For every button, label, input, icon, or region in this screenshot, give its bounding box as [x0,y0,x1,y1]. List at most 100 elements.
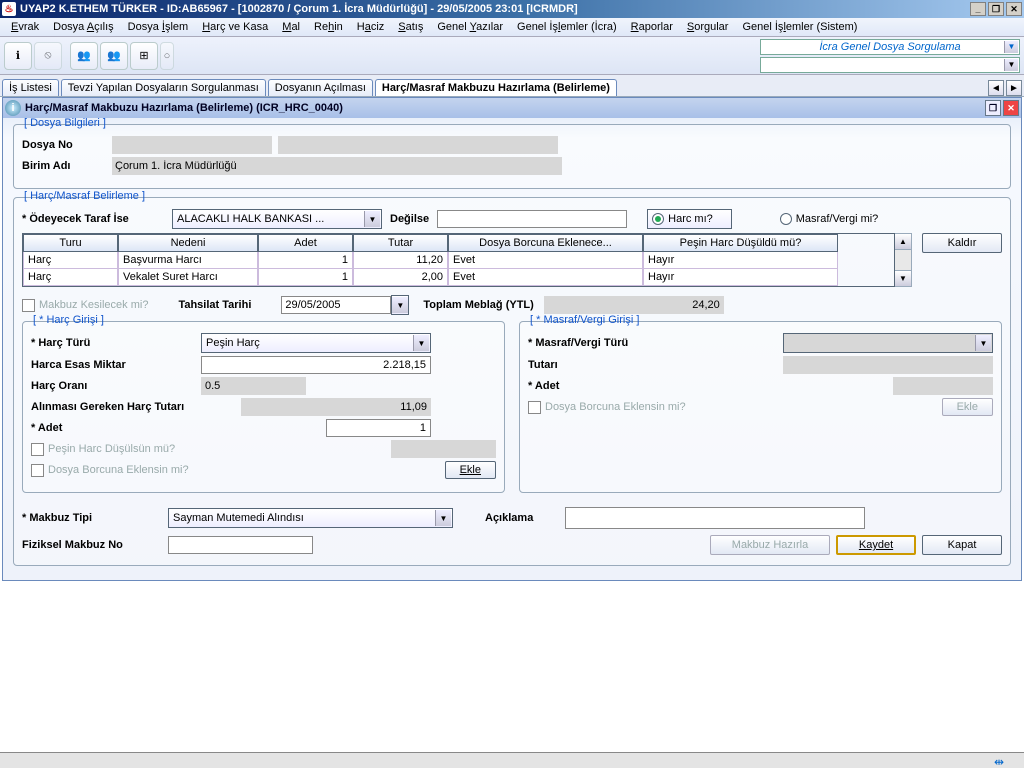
label-tahsilat-tarihi: Tahsilat Tarihi [178,299,251,311]
menu-item-6[interactable]: Haciz [350,19,392,35]
select-odeyecek-taraf[interactable]: ALACAKLI HALK BANKASI ...▼ [172,209,382,229]
tab-3[interactable]: Harç/Masraf Makbuzu Hazırlama (Belirleme… [375,79,617,96]
label-makbuz-kesilecek: Makbuz Kesilecek mi? [39,299,148,311]
button-harc-ekle[interactable]: Ekle [445,461,496,479]
table-cell: 1 [258,269,353,286]
group-masraf-girisi: [ * Masraf/Vergi Girişi ] * Masraf/Vergi… [519,321,1002,493]
tab-0[interactable]: İş Listesi [2,79,59,96]
top-search-select[interactable]: ▼ [760,57,1020,73]
select-masraf-turu[interactable]: ▼ [783,333,993,353]
input-fiziksel-makbuz[interactable] [168,536,313,554]
checkbox-makbuz-kesilecek[interactable] [22,299,35,312]
subwindow: i Harç/Masraf Makbuzu Hazırlama (Belirle… [2,97,1022,581]
input-dosya-no-2 [278,136,558,154]
column-header-0[interactable]: Turu [23,234,118,252]
minimize-button[interactable]: _ [970,2,986,16]
checkbox-dosya-borcuna-h[interactable] [31,464,44,477]
radio-masraf-mi[interactable]: Masraf/Vergi mi? [780,213,879,225]
toolbar-dot-button[interactable]: ○ [160,42,174,70]
sub-close-button[interactable]: ✕ [1003,100,1019,116]
label-dosya-borcuna-h: Dosya Borcuna Eklensin mi? [48,464,189,476]
column-header-3[interactable]: Tutar [353,234,448,252]
radio-harc-mi[interactable]: Harc mı? [647,209,732,229]
table-row[interactable]: HarçVekalet Suret Harcı12,00EvetHayır [23,269,894,286]
table-cell: Evet [448,252,643,269]
button-kaydet[interactable]: Kaydet [836,535,916,555]
button-makbuz-hazirla[interactable]: Makbuz Hazırla [710,535,830,555]
label-harc-adet: * Adet [31,422,201,434]
input-tahsilat-tarihi[interactable]: 29/05/2005 [281,296,391,314]
menu-item-8[interactable]: Genel Yazılar [430,19,510,35]
select-makbuz-tipi[interactable]: Sayman Mutemedi Alındısı▼ [168,508,453,528]
label-toplam-meblag: Toplam Meblağ (YTL) [423,299,533,311]
table-cell: Başvurma Harcı [118,252,258,269]
label-birim-adi: Birim Adı [22,160,112,172]
resize-grip-icon: ⇹ [994,755,1004,768]
toolbar-users-button[interactable]: 👥 [70,42,98,70]
window-title: UYAP2 K.ETHEM TÜRKER - ID:AB65967 - [100… [20,3,578,15]
button-kaldir[interactable]: Kaldır [922,233,1002,253]
close-button[interactable]: ✕ [1006,2,1022,16]
field-pesin-value [391,440,496,458]
subwindow-titlebar: i Harç/Masraf Makbuzu Hazırlama (Belirle… [3,98,1021,118]
table-cell: 1 [258,252,353,269]
menu-item-2[interactable]: Dosya İşlem [121,19,196,35]
toolbar-info-button[interactable]: ℹ [4,42,32,70]
legend-dosya: [ Dosya Bilgileri ] [22,117,108,129]
input-degilse[interactable] [437,210,627,228]
tab-2[interactable]: Dosyanın Açılması [268,79,373,96]
column-header-4[interactable]: Dosya Borcuna Eklenece... [448,234,643,252]
table-row[interactable]: HarçBaşvurma Harcı111,20EvetHayır [23,252,894,269]
column-header-2[interactable]: Adet [258,234,353,252]
column-header-5[interactable]: Peşin Harc Düşüldü mü? [643,234,838,252]
input-harc-adet[interactable] [326,419,431,437]
checkbox-pesin-dusulsun[interactable] [31,443,44,456]
sub-restore-button[interactable]: ❐ [985,100,1001,116]
field-toplam-meblag [544,296,724,314]
legend-harc-girisi: [ * Harç Girişi ] [31,314,106,326]
tab-next-button[interactable]: ► [1006,80,1022,96]
table-cell: Vekalet Suret Harcı [118,269,258,286]
column-header-1[interactable]: Nedeni [118,234,258,252]
input-harca-esas[interactable] [201,356,431,374]
table-cell: Harç [23,269,118,286]
toolbar: ℹ ⦸ 👥 👥 ⊞ ○ İcra Genel Dosya Sorgulama▼ … [0,37,1024,75]
menu-item-5[interactable]: Rehin [307,19,350,35]
menu-item-7[interactable]: Satış [391,19,430,35]
datepicker-button[interactable]: ▼ [391,295,409,315]
menu-item-0[interactable]: Evrak [4,19,46,35]
table-scrollbar[interactable]: ▲▼ [895,233,912,287]
tab-prev-button[interactable]: ◄ [988,80,1004,96]
restore-button[interactable]: ❐ [988,2,1004,16]
menu-item-9[interactable]: Genel İşlemler (İcra) [510,19,624,35]
legend-masraf-girisi: [ * Masraf/Vergi Girişi ] [528,314,641,326]
toolbar-stop-button[interactable]: ⦸ [34,42,62,70]
top-search-label[interactable]: İcra Genel Dosya Sorgulama▼ [760,39,1020,55]
menu-item-10[interactable]: Raporlar [624,19,680,35]
menu-item-4[interactable]: Mal [275,19,307,35]
input-dosya-no-1 [112,136,272,154]
checkbox-dosya-borcuna-m[interactable] [528,401,541,414]
menu-item-11[interactable]: Sorgular [680,19,736,35]
menu-bar: EvrakDosya AçılışDosya İşlemHarç ve Kasa… [0,18,1024,37]
field-masraf-adet [893,377,993,395]
label-aciklama: Açıklama [485,512,533,524]
input-birim-adi [112,157,562,175]
button-masraf-ekle[interactable]: Ekle [942,398,993,416]
toolbar-users2-button[interactable]: 👥 [100,42,128,70]
table-cell: Evet [448,269,643,286]
select-harc-turu[interactable]: Peşin Harç▼ [201,333,431,353]
input-aciklama[interactable] [565,507,865,529]
label-pesin-dusulsun: Peşin Harc Düşülsün mü? [48,443,175,455]
menu-item-12[interactable]: Genel İşlemler (Sistem) [735,19,864,35]
menu-item-1[interactable]: Dosya Açılış [46,19,121,35]
table-cell: 11,20 [353,252,448,269]
button-kapat[interactable]: Kapat [922,535,1002,555]
menu-item-3[interactable]: Harç ve Kasa [195,19,275,35]
table-cell: Harç [23,252,118,269]
toolbar-calc-button[interactable]: ⊞ [130,42,158,70]
subwindow-title: Harç/Masraf Makbuzu Hazırlama (Belirleme… [25,102,343,114]
tab-1[interactable]: Tevzi Yapılan Dosyaların Sorgulanması [61,79,266,96]
group-dosya-bilgileri: [ Dosya Bilgileri ] Dosya No Birim Adı [13,124,1011,189]
table-harc-masraf: TuruNedeniAdetTutarDosya Borcuna Eklenec… [22,233,1002,287]
